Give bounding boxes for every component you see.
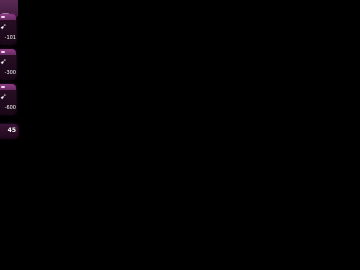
score-value: 45 — [7, 127, 16, 134]
cursor-icon: ➹ — [0, 92, 7, 101]
upgrade-card-2[interactable]: ➹ -300 — [0, 49, 16, 79]
upgrade-card-1[interactable]: ➹ -101 — [0, 14, 16, 44]
upgrade-cost-label: -300 — [4, 70, 16, 76]
card-indicator — [1, 16, 5, 18]
upgrade-cost-label: -101 — [4, 35, 16, 41]
game-viewport[interactable]: ➹ -101 ➹ -300 ➹ -600 45 — [0, 0, 360, 270]
cursor-icon: ➹ — [0, 57, 7, 66]
card-indicator — [1, 51, 5, 53]
cursor-icon: ➹ — [0, 22, 7, 31]
upgrade-sidebar: ➹ -101 ➹ -300 ➹ -600 45 — [0, 0, 18, 270]
upgrade-cost-label: -600 — [4, 105, 16, 111]
card-indicator — [1, 86, 5, 88]
score-counter: 45 — [0, 124, 18, 138]
upgrade-card-3[interactable]: ➹ -600 — [0, 84, 16, 114]
